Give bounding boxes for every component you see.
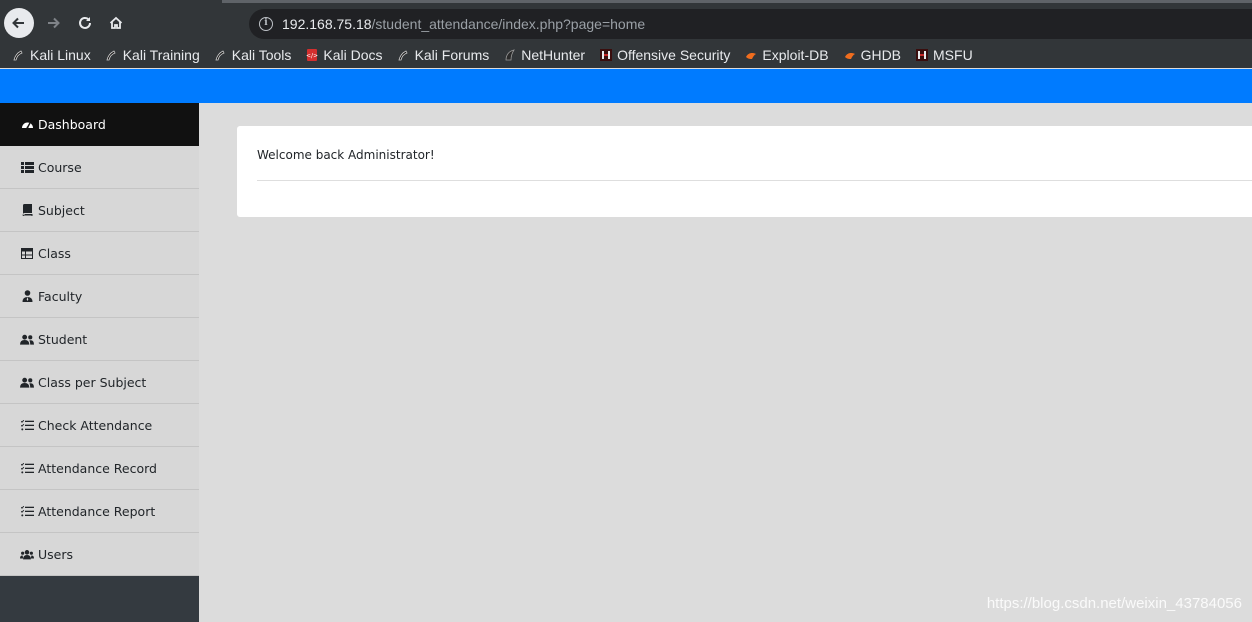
sidebar-item-label: Users bbox=[38, 546, 74, 562]
address-bar[interactable]: i 192.168.75.18/student_attendance/index… bbox=[249, 9, 1252, 39]
browser-chrome: i 192.168.75.18/student_attendance/index… bbox=[0, 0, 1252, 68]
welcome-text: Welcome back Administrator! bbox=[257, 148, 435, 162]
home-button[interactable] bbox=[101, 8, 131, 38]
bookmark-msfu[interactable]: MSFU bbox=[915, 47, 973, 63]
offsec-icon bbox=[915, 48, 929, 62]
sidebar-item-label: Subject bbox=[38, 202, 85, 218]
info-icon[interactable]: i bbox=[259, 17, 273, 31]
list-icon bbox=[20, 161, 34, 173]
bookmark-ghdb[interactable]: GHDB bbox=[843, 47, 901, 63]
sidebar-item-course[interactable]: Course bbox=[0, 146, 199, 189]
sidebar-item-label: Dashboard bbox=[38, 116, 106, 132]
bookmark-kali-training[interactable]: Kali Training bbox=[105, 47, 200, 63]
url-host: 192.168.75.18 bbox=[282, 16, 372, 32]
bookmark-label: Kali Tools bbox=[231, 47, 292, 63]
sidebar-item-label: Class per Subject bbox=[38, 374, 147, 390]
kali-dragon-icon bbox=[105, 48, 119, 62]
sidebar-item-student[interactable]: Student bbox=[0, 318, 199, 361]
tasks-icon bbox=[20, 505, 34, 517]
tasks-icon bbox=[20, 419, 34, 431]
main-content: Welcome back Administrator! https://blog… bbox=[199, 103, 1252, 622]
sidebar-item-class[interactable]: Class bbox=[0, 232, 199, 275]
bookmark-kali-linux[interactable]: Kali Linux bbox=[12, 47, 91, 63]
top-navbar bbox=[0, 69, 1252, 103]
sidebar-item-attendance-record[interactable]: Attendance Record bbox=[0, 447, 199, 490]
user-friends-icon bbox=[20, 376, 34, 388]
reload-button[interactable] bbox=[70, 8, 100, 38]
home-icon bbox=[109, 16, 123, 29]
bookmark-label: Kali Forums bbox=[414, 47, 490, 63]
kali-dragon-icon bbox=[12, 48, 26, 62]
exploit-db-icon bbox=[744, 48, 758, 62]
sidebar-menu: Dashboard Course Subject Class Faculty Studen… bbox=[0, 103, 199, 576]
svg-text:</>: </> bbox=[306, 53, 318, 60]
tasks-icon bbox=[20, 462, 34, 474]
tachometer-icon bbox=[20, 118, 34, 130]
watermark: https://blog.csdn.net/weixin_43784056 bbox=[986, 595, 1242, 612]
bookmark-nethunter[interactable]: NetHunter bbox=[503, 47, 585, 63]
nethunter-icon bbox=[503, 48, 517, 62]
offsec-icon bbox=[599, 48, 613, 62]
sidebar-item-dashboard[interactable]: Dashboard bbox=[0, 103, 199, 146]
bookmark-label: Kali Docs bbox=[323, 47, 383, 63]
table-icon bbox=[20, 247, 34, 259]
arrow-left-icon bbox=[12, 17, 24, 29]
user-tie-icon bbox=[20, 290, 34, 302]
welcome-card: Welcome back Administrator! bbox=[237, 126, 1252, 217]
sidebar-item-subject[interactable]: Subject bbox=[0, 189, 199, 232]
bookmark-label: MSFU bbox=[933, 47, 973, 63]
divider bbox=[257, 180, 1252, 181]
sidebar: Dashboard Course Subject Class Faculty Studen… bbox=[0, 103, 199, 622]
kali-dragon-icon bbox=[397, 48, 411, 62]
bookmark-kali-forums[interactable]: Kali Forums bbox=[397, 47, 490, 63]
sidebar-item-label: Attendance Report bbox=[38, 503, 156, 519]
sidebar-item-attendance-report[interactable]: Attendance Report bbox=[0, 490, 199, 533]
bookmark-label: Offensive Security bbox=[617, 47, 731, 63]
sidebar-item-label: Student bbox=[38, 331, 88, 347]
sidebar-item-users[interactable]: Users bbox=[0, 533, 199, 576]
ghdb-icon bbox=[843, 48, 857, 62]
sidebar-item-check-attendance[interactable]: Check Attendance bbox=[0, 404, 199, 447]
bookmark-label: Exploit-DB bbox=[762, 47, 829, 63]
bookmark-label: NetHunter bbox=[521, 47, 586, 63]
sidebar-item-label: Faculty bbox=[38, 288, 83, 304]
sidebar-item-label: Attendance Record bbox=[38, 460, 157, 476]
book-icon bbox=[20, 204, 34, 216]
sidebar-item-faculty[interactable]: Faculty bbox=[0, 275, 199, 318]
arrow-right-icon bbox=[48, 17, 60, 29]
bookmark-exploit-db[interactable]: Exploit-DB bbox=[744, 47, 829, 63]
users-icon bbox=[20, 548, 34, 560]
bookmark-label: GHDB bbox=[860, 47, 902, 63]
url-path: /student_attendance/index.php?page=home bbox=[371, 16, 646, 32]
back-button[interactable] bbox=[4, 8, 34, 38]
kali-docs-icon: </> bbox=[305, 48, 319, 62]
bookmark-offensive-security[interactable]: Offensive Security bbox=[599, 47, 730, 63]
bookmark-kali-docs[interactable]: </> Kali Docs bbox=[305, 47, 382, 63]
sidebar-item-label: Check Attendance bbox=[38, 417, 153, 433]
tab-strip bbox=[222, 0, 1252, 3]
bookmark-kali-tools[interactable]: Kali Tools bbox=[214, 47, 292, 63]
forward-button[interactable] bbox=[38, 8, 68, 38]
sidebar-item-label: Class bbox=[38, 245, 71, 261]
bookmark-label: Kali Linux bbox=[30, 47, 91, 63]
bookmark-label: Kali Training bbox=[122, 47, 200, 63]
sidebar-item-label: Course bbox=[38, 159, 82, 175]
sidebar-item-class-per-subject[interactable]: Class per Subject bbox=[0, 361, 199, 404]
reload-icon bbox=[79, 16, 91, 29]
bookmarks-bar: Kali Linux Kali Training Kali Tools </> Kali… bbox=[0, 42, 1252, 68]
user-friends-icon bbox=[20, 333, 34, 345]
kali-dragon-icon bbox=[214, 48, 228, 62]
nav-row: i 192.168.75.18/student_attendance/index… bbox=[0, 4, 1252, 42]
